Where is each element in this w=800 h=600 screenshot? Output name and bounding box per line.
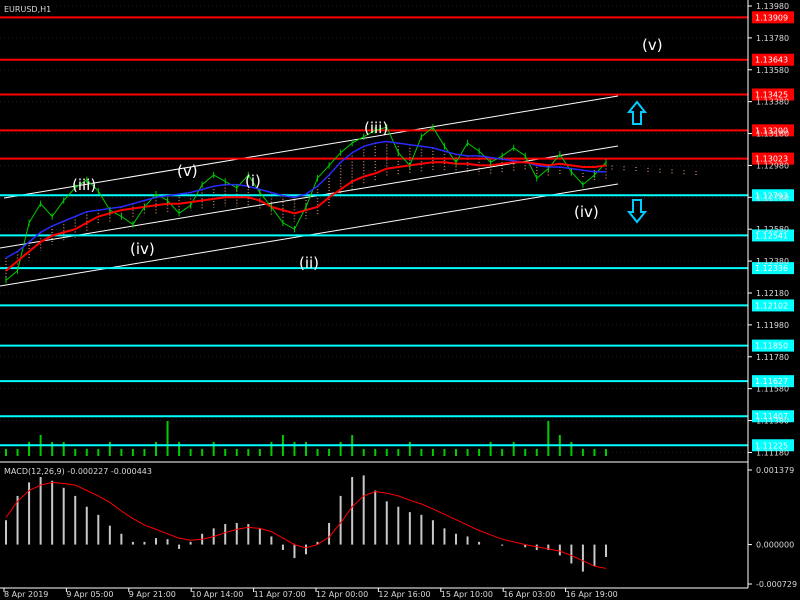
price-tick-label: 1.12380	[756, 257, 789, 266]
resistance-level-value: 1.13643	[755, 56, 788, 65]
macd-tick-label: -0.000729	[756, 580, 797, 589]
horizontal-levels[interactable]: 1.139091.136431.134251.132001.130231.127…	[0, 11, 794, 452]
macd-tick-label: 0.001379	[756, 466, 794, 475]
price-tick-label: 1.13980	[756, 2, 789, 11]
price-tick-label: 1.13580	[756, 66, 789, 75]
price-tick-label: 1.11580	[756, 385, 789, 394]
price-tick-label: 1.11980	[756, 321, 789, 330]
support-level-value: 1.12102	[755, 301, 788, 310]
wave-label: (ii)	[299, 254, 319, 272]
price-tick-label: 1.11180	[756, 448, 789, 457]
support-level-value: 1.11850	[755, 342, 788, 351]
time-tick-label: 9 Apr 21:00	[129, 590, 176, 599]
wave-label: (v)	[177, 162, 198, 180]
time-tick-label: 9 Apr 05:00	[66, 590, 113, 599]
projection-arrows	[626, 100, 648, 224]
wave-label: (iv)	[130, 240, 155, 258]
resistance-level-value: 1.13909	[755, 13, 788, 22]
time-tick-label: 16 Apr 03:00	[503, 590, 555, 599]
time-tick-label: 12 Apr 00:00	[316, 590, 368, 599]
wave-label: (iii)	[72, 176, 96, 194]
price-tick-label: 1.12180	[756, 289, 789, 298]
chart-window[interactable]: 1.139091.136431.134251.132001.130231.127…	[0, 0, 800, 600]
macd-title: MACD(12,26,9) -0.000227 -0.000443	[4, 467, 152, 476]
price-tick-label: 1.11780	[756, 353, 789, 362]
time-tick-label: 16 Apr 19:00	[566, 590, 618, 599]
wave-label: (v)	[642, 36, 663, 54]
price-tick-label: 1.11380	[756, 417, 789, 426]
wave-label: (iii)	[364, 119, 388, 137]
wave-label: (i)	[245, 172, 261, 190]
price-tick-label: 1.13780	[756, 34, 789, 43]
time-tick-label: 11 Apr 07:00	[254, 590, 306, 599]
elliott-wave-labels: (iii) (iv) (v) (i) (ii) (iii) (iv) (v)	[72, 36, 663, 272]
time-tick-label: 8 Apr 2019	[4, 590, 48, 599]
price-tick-label: 1.13180	[756, 130, 789, 139]
price-tick-label: 1.13380	[756, 98, 789, 107]
time-tick-label: 15 Apr 10:00	[441, 590, 493, 599]
chart-title: EURUSD,H1	[4, 5, 51, 14]
macd-tick-label: 0.000000	[756, 541, 794, 550]
price-tick-label: 1.12780	[756, 193, 789, 202]
time-tick-label: 12 Apr 16:00	[378, 590, 430, 599]
time-tick-label: 10 Apr 14:00	[191, 590, 243, 599]
up-arrow-icon	[626, 100, 648, 125]
wave-label: (iv)	[574, 203, 599, 221]
down-arrow-icon	[626, 199, 648, 224]
volume-bars	[5, 421, 607, 456]
macd-signal-line	[5, 481, 607, 569]
price-tick-label: 1.12580	[756, 225, 789, 234]
macd-panel: 0.001379 0.000000 -0.000729	[5, 466, 797, 589]
price-tick-label: 1.12980	[756, 161, 789, 170]
